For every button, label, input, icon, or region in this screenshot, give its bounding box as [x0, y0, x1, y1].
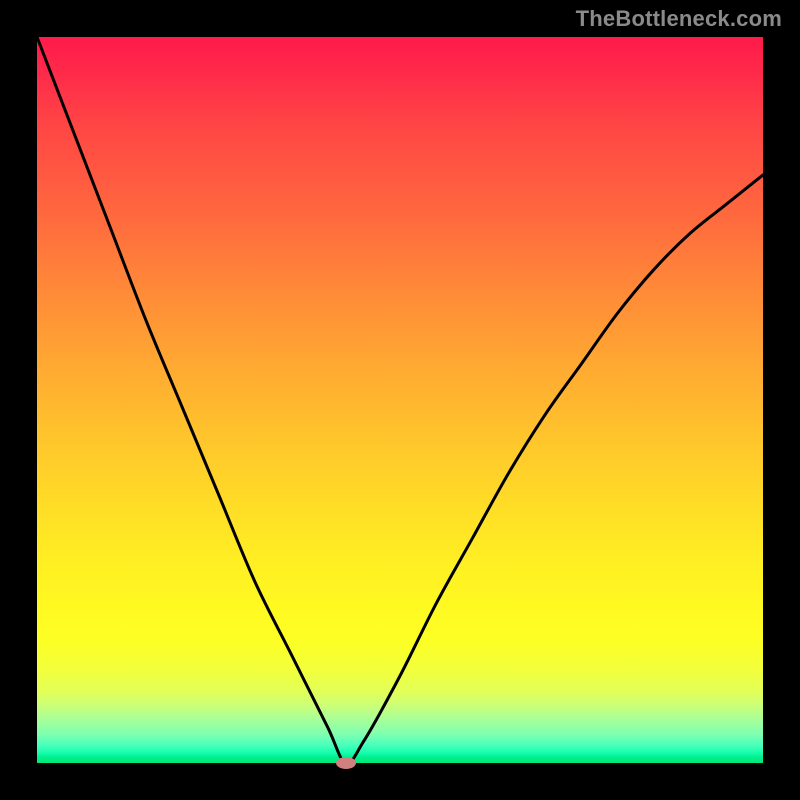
watermark-text: TheBottleneck.com [576, 6, 782, 32]
curve-layer [37, 37, 763, 763]
bottleneck-curve [37, 37, 763, 763]
minimum-marker [336, 757, 356, 769]
chart-container: TheBottleneck.com [0, 0, 800, 800]
